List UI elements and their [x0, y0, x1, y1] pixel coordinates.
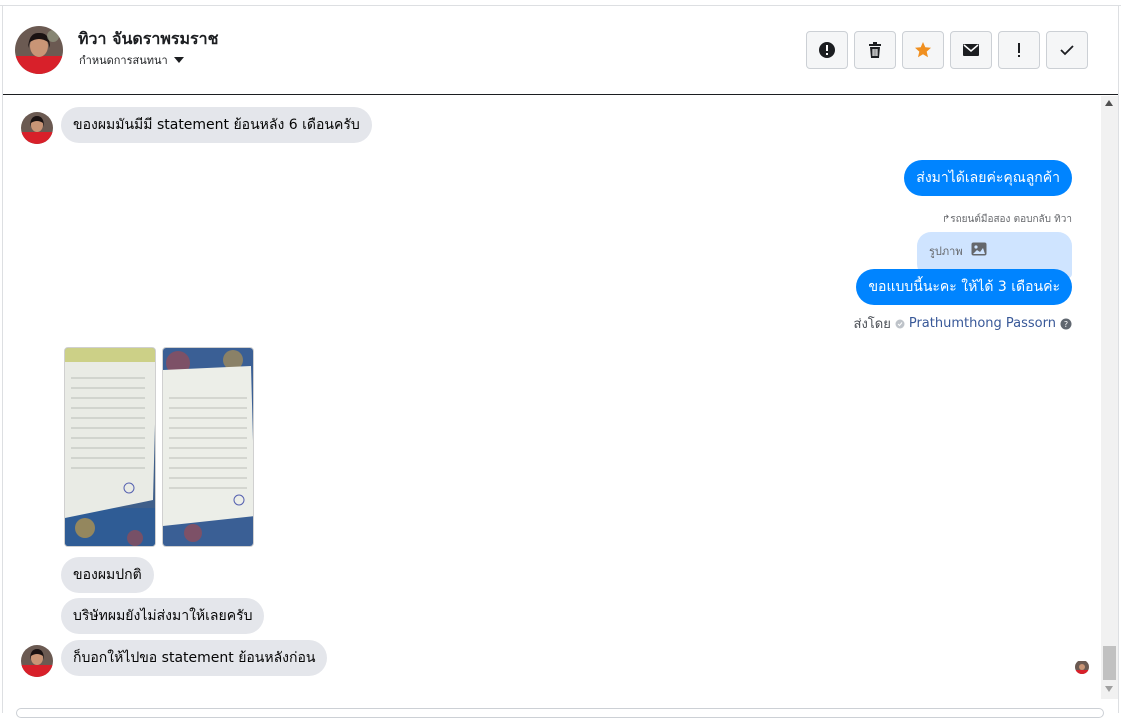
mark-spam-button[interactable] — [806, 31, 848, 69]
scroll-down-arrow-icon[interactable] — [1105, 686, 1113, 692]
trash-icon — [869, 42, 881, 58]
mark-unread-button[interactable] — [950, 31, 992, 69]
delete-button[interactable] — [854, 31, 896, 69]
contact-avatar-small — [21, 645, 53, 677]
mark-done-button[interactable] — [1046, 31, 1088, 69]
alert-circle-icon — [819, 42, 835, 58]
checkmark-icon — [1060, 45, 1074, 56]
image-icon — [971, 242, 987, 256]
contact-name: ทิวา จันดราพรมราช — [78, 29, 219, 48]
attached-photo[interactable] — [162, 347, 254, 547]
sent-by-prefix: ส่งโดย — [853, 317, 891, 332]
conversation-window: ทิวา จันดราพรมราช กำหนดการสนทนา ของผมมัน… — [0, 0, 1121, 718]
contact-avatar-small — [21, 112, 53, 144]
incoming-message[interactable]: ของผมมันมีมี statement ย้อนหลัง 6 เดือนค… — [61, 107, 372, 143]
star-icon — [915, 42, 931, 58]
reply-context-label: ↱รถยนต์มือสอง ตอบกลับ ทิวา — [942, 212, 1072, 227]
message-scrollbar[interactable] — [1101, 96, 1118, 699]
star-button[interactable] — [902, 31, 944, 69]
contact-avatar[interactable] — [15, 26, 63, 74]
svg-text:?: ? — [1064, 320, 1068, 329]
conversation-settings-dropdown[interactable]: กำหนดการสนทนา — [79, 51, 184, 69]
sent-by-label: ส่งโดย Prathumthong Passorn ? — [854, 313, 1072, 334]
follow-up-button[interactable] — [998, 31, 1040, 69]
reply-quote-text: รูปภาพ — [929, 245, 963, 258]
envelope-icon — [963, 44, 979, 56]
message-list[interactable]: ของผมมันมีมี statement ย้อนหลัง 6 เดือนค… — [3, 96, 1101, 700]
page-badge-icon — [895, 319, 905, 328]
reply-arrow-icon: ↱ — [941, 214, 951, 225]
scroll-up-arrow-icon[interactable] — [1105, 100, 1113, 106]
help-icon[interactable]: ? — [1060, 318, 1072, 330]
caret-down-icon — [173, 57, 184, 63]
sender-name-link[interactable]: Prathumthong Passorn — [909, 316, 1056, 331]
incoming-message[interactable]: ของผมปกติ — [61, 557, 154, 593]
reply-context-text: รถยนต์มือสอง ตอบกลับ ทิวา — [950, 214, 1072, 225]
conversation-settings-label: กำหนดการสนทนา — [79, 54, 168, 67]
incoming-message[interactable]: ก็บอกให้ไปขอ statement ย้อนหลังก่อน — [61, 640, 328, 676]
conversation-toolbar — [806, 31, 1088, 69]
exclamation-icon — [1018, 43, 1020, 57]
outgoing-message[interactable]: ส่งมาได้เลยค่ะคุณลูกค้า — [904, 160, 1072, 196]
scroll-thumb[interactable] — [1103, 646, 1116, 680]
composer-box[interactable] — [16, 708, 1104, 718]
conversation-header: ทิวา จันดราพรมราช กำหนดการสนทนา — [3, 6, 1118, 95]
outgoing-message[interactable]: ขอแบบนี้นะคะ ให้ได้ 3 เดือนค่ะ — [856, 269, 1072, 305]
seen-indicator-avatar — [1075, 660, 1089, 674]
right-border — [1118, 6, 1119, 713]
incoming-message[interactable]: บริษัทผมยังไม่ส่งมาให้เลยครับ — [61, 598, 265, 634]
attached-photo[interactable] — [64, 347, 156, 547]
